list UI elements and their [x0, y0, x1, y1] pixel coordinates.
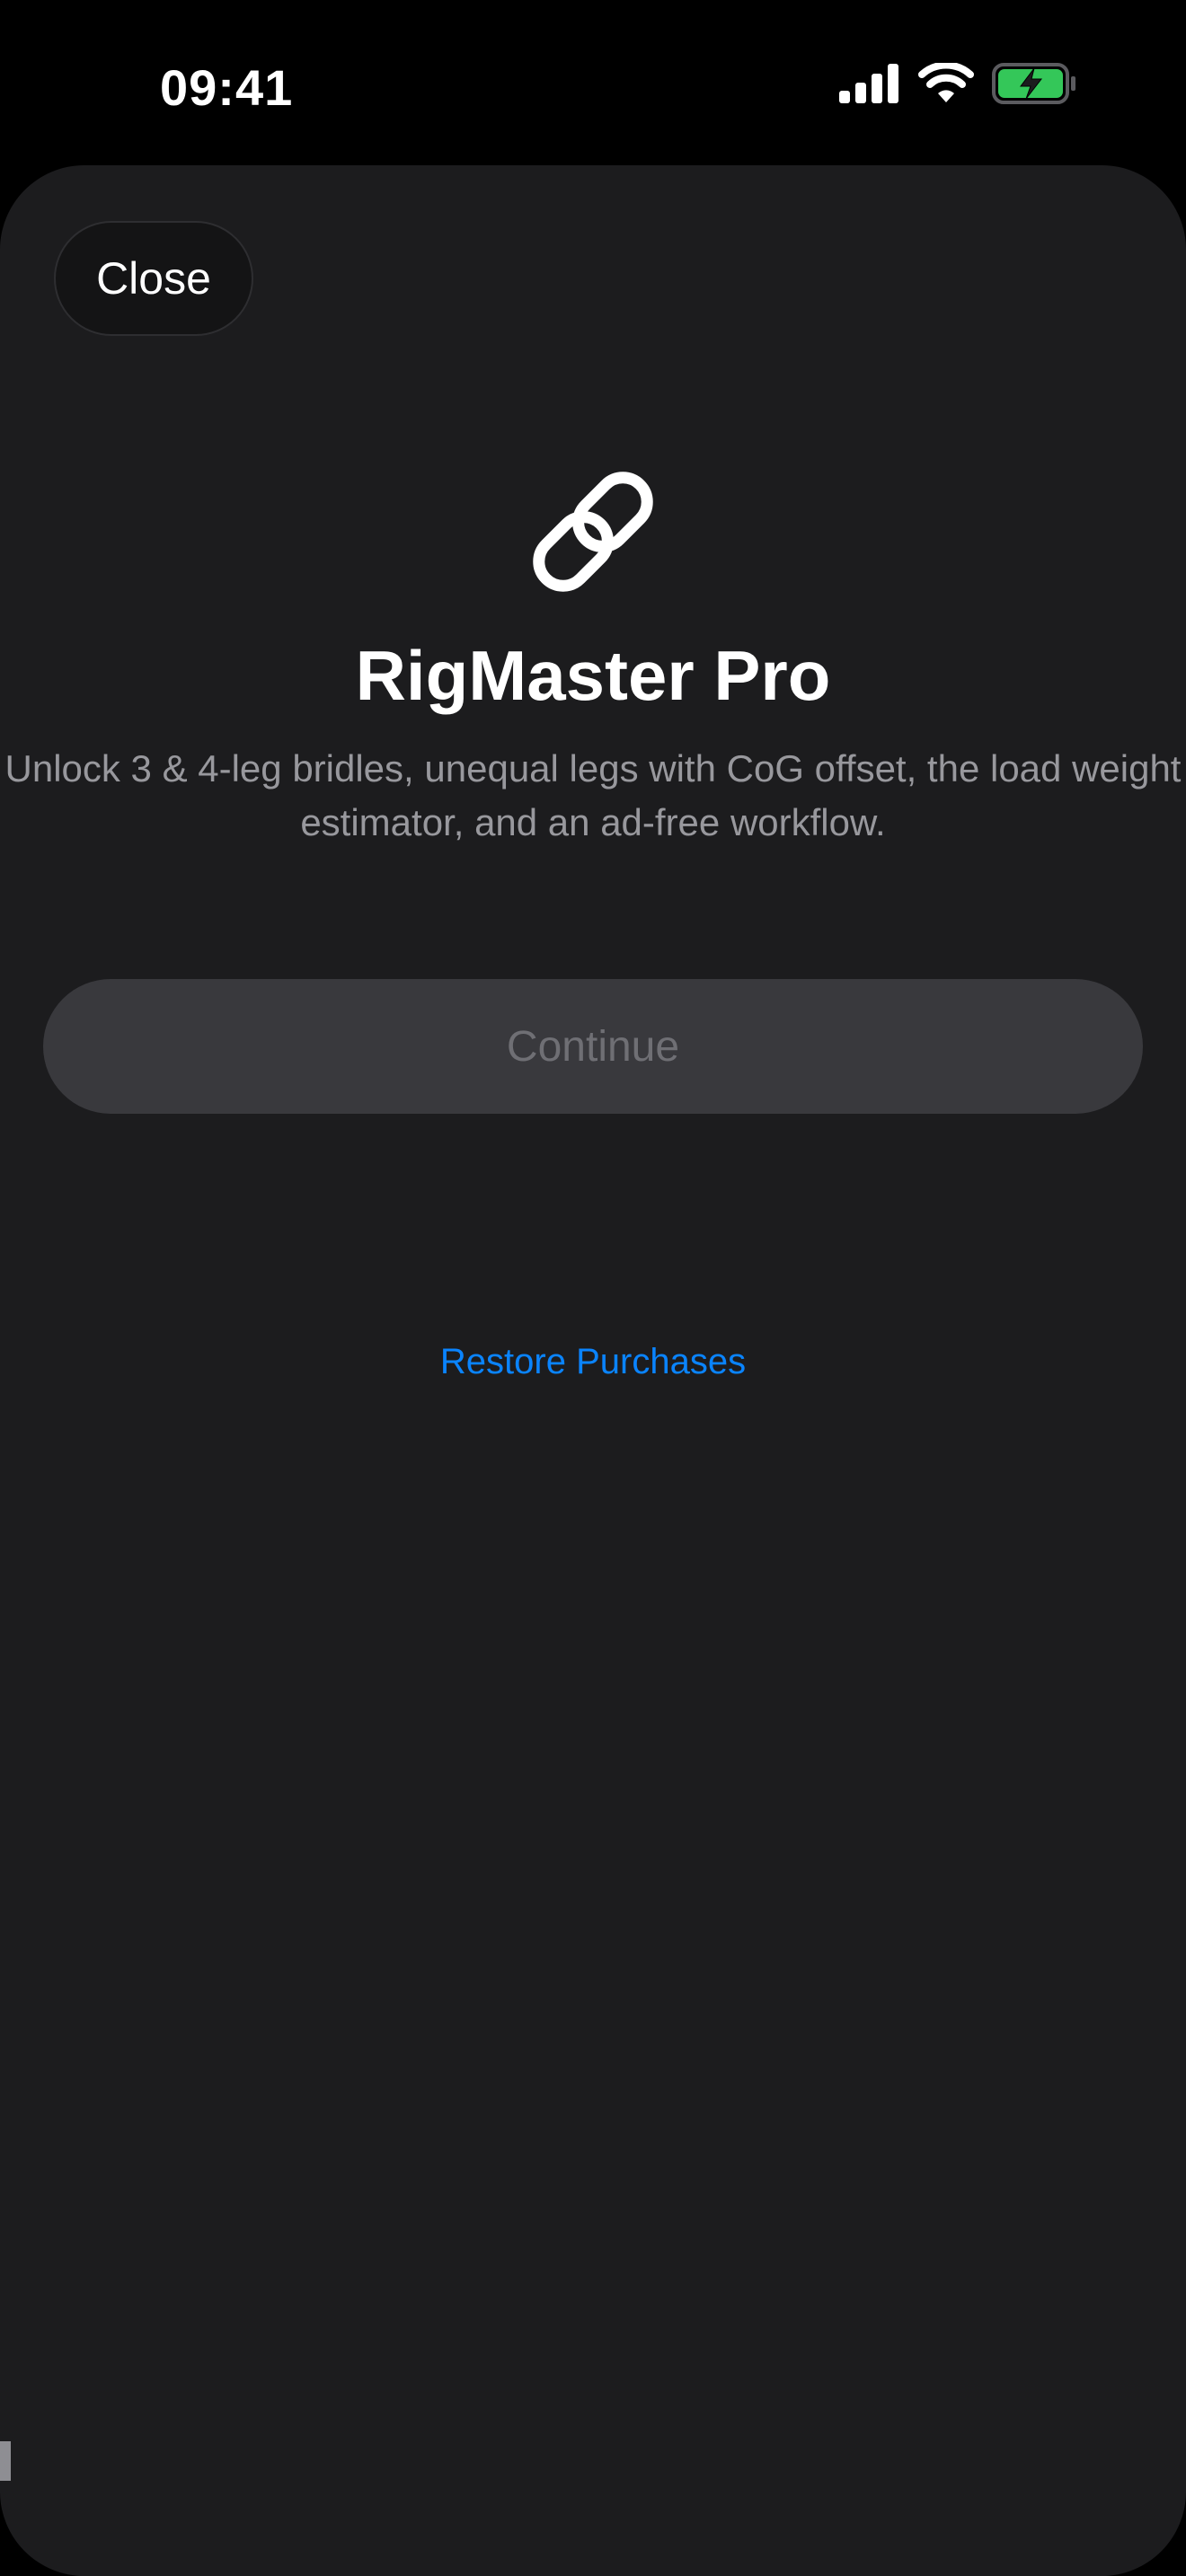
status-bar: 09:41	[0, 0, 1186, 167]
edge-marker	[0, 2441, 11, 2481]
link-icon	[523, 462, 663, 602]
battery-charging-icon	[992, 63, 1076, 104]
continue-button[interactable]: Continue	[43, 979, 1143, 1114]
paywall-title: RigMaster Pro	[355, 636, 831, 715]
restore-purchases-row: Restore Purchases	[0, 1337, 1186, 1387]
wifi-icon	[918, 63, 974, 104]
restore-purchases-link[interactable]: Restore Purchases	[440, 1342, 746, 1381]
status-time: 09:41	[160, 59, 294, 116]
close-button[interactable]: Close	[54, 221, 253, 336]
cellular-signal-icon	[839, 64, 900, 103]
paywall-subtitle: Unlock 3 & 4-leg bridles, unequal legs w…	[4, 747, 1182, 843]
status-icons	[839, 63, 1076, 104]
paywall-sheet: Close RigMaster Pro Unlock 3 & 4-leg bri…	[0, 165, 1186, 2576]
